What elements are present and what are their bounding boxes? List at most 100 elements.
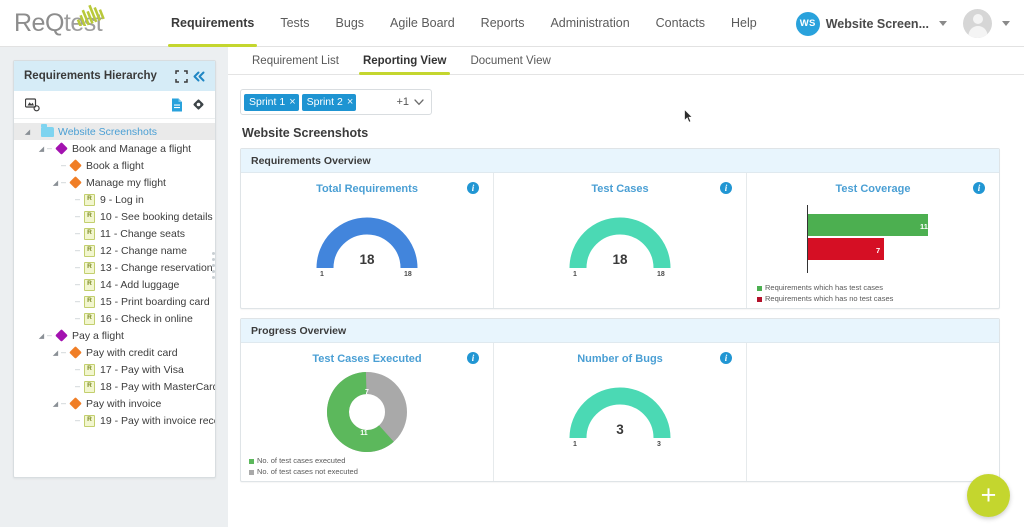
tree-item[interactable]: –R 19 - Pay with invoice receive <box>14 412 215 429</box>
tree-connector: – <box>61 347 67 357</box>
tree-expand-toggle-icon[interactable]: ◢ <box>36 332 47 340</box>
tree-expand-toggle-icon[interactable]: ◢ <box>50 349 61 357</box>
add-button[interactable]: + <box>967 474 1010 517</box>
donut-slice-label: 11 <box>360 430 368 437</box>
logo-bars-icon <box>76 4 105 26</box>
tree-item[interactable]: ◢ – Pay a flight <box>14 327 215 344</box>
remove-chip-icon[interactable]: × <box>347 96 353 108</box>
chart-title: Test Cases Executed <box>312 353 422 365</box>
tree-item[interactable]: ◢ – Pay with invoice <box>14 395 215 412</box>
tree-item[interactable]: – R 16 - Check in online <box>14 310 215 327</box>
tree-expand-toggle-icon[interactable]: ◢ <box>50 179 61 187</box>
tree-item[interactable]: – R 14 - Add luggage <box>14 276 215 293</box>
hierarchy-settings-icon[interactable] <box>24 96 41 113</box>
nav-item-agile-board[interactable]: Agile Board <box>377 0 468 47</box>
tree-item[interactable]: – R 11 - Change seats <box>14 225 215 242</box>
tree-item-label: Manage my flight <box>86 176 166 189</box>
tree-connector: – <box>47 143 53 153</box>
requirement-doc-icon: R <box>83 278 96 291</box>
tree-item-label: 13 - Change reservation <box>100 261 213 274</box>
user-chevron-down-icon[interactable] <box>1002 21 1010 26</box>
topbar-right-group: WS Website Screen... <box>795 0 1014 47</box>
tree-item[interactable]: ◢ – Manage my flight <box>14 174 215 191</box>
tree-item[interactable]: – R 15 - Print boarding card <box>14 293 215 310</box>
tree-connector: – <box>75 381 81 391</box>
panel-resize-grip[interactable] <box>211 249 215 283</box>
tree-item[interactable]: – R 17 - Pay with Visa <box>14 361 215 378</box>
chart-total-requirements: Total Requirements i 18 1 18 <box>241 173 494 308</box>
nav-item-contacts[interactable]: Contacts <box>643 0 718 47</box>
tab-document-view[interactable]: Document View <box>458 55 562 74</box>
tree-item[interactable]: – R 13 - Change reservation <box>14 259 215 276</box>
info-icon[interactable]: i <box>467 352 479 364</box>
workspace-name[interactable]: Website Screen... <box>826 17 929 31</box>
filter-chip-sprint-1[interactable]: Sprint 1 × <box>244 93 299 111</box>
tree-item[interactable]: – Book a flight <box>14 157 215 174</box>
requirements-overview-card: Requirements Overview Total Requirements… <box>240 148 1000 309</box>
tree-item[interactable]: ◢ – Pay with credit card <box>14 344 215 361</box>
tab-requirement-list[interactable]: Requirement List <box>240 55 351 74</box>
tree-expand-toggle-icon[interactable]: ◢ <box>22 128 33 136</box>
filter-more-toggle[interactable]: +1 <box>359 96 428 108</box>
tree-item-label: Book a flight <box>86 159 144 172</box>
tree-connector: – <box>75 313 81 323</box>
requirements-overview-title: Requirements Overview <box>241 149 999 173</box>
view-tabs: Requirement List Reporting View Document… <box>228 47 1024 75</box>
filter-chip-sprint-2[interactable]: Sprint 2 × <box>301 93 357 111</box>
requirements-tree[interactable]: ◢ Website Screenshots ◢ – Book and Manage a … <box>14 119 215 477</box>
legend-label: No. of test cases not executed <box>257 466 358 476</box>
tree-expand-toggle-icon[interactable]: ◢ <box>50 400 61 408</box>
legend-label: Requirements which has no test cases <box>765 293 894 303</box>
progress-overview-card: Progress Overview Test Cases Executed i … <box>240 318 1000 482</box>
tree-item[interactable]: ◢ – Book and Manage a flight <box>14 140 215 157</box>
info-icon[interactable]: i <box>720 182 732 194</box>
diamond-orange-icon <box>69 397 82 410</box>
requirements-overview-body: Total Requirements i 18 1 18 Test Cases … <box>241 173 999 308</box>
requirement-diamond-icon[interactable] <box>190 96 207 113</box>
nav-item-help[interactable]: Help <box>718 0 770 47</box>
legend-label: No. of test cases executed <box>257 456 346 465</box>
tree-item-label: Website Screenshots <box>58 125 158 138</box>
info-icon[interactable]: i <box>467 182 479 194</box>
chart-test-cases: Test Cases i 18 1 18 <box>494 173 747 308</box>
nav-item-requirements[interactable]: Requirements <box>158 0 267 47</box>
sprint-filter-box[interactable]: Sprint 1 × Sprint 2 × +1 <box>240 89 432 115</box>
expand-fullscreen-icon[interactable] <box>172 67 190 85</box>
user-avatar[interactable] <box>963 9 992 38</box>
logo-text-primary: ReQ <box>14 8 64 37</box>
tree-item-label: Pay with invoice <box>86 397 162 410</box>
tree-item[interactable]: – R 9 - Log in <box>14 191 215 208</box>
tree-item[interactable]: – R 18 - Pay with MasterCard <box>14 378 215 395</box>
folder-icon <box>41 123 54 138</box>
tree-expand-toggle-icon[interactable]: ◢ <box>36 145 47 153</box>
info-icon[interactable]: i <box>973 182 985 194</box>
tree-connector: – <box>47 330 53 340</box>
remove-chip-icon[interactable]: × <box>289 96 295 108</box>
document-add-icon[interactable] <box>168 96 185 113</box>
tree-connector: – <box>75 296 81 306</box>
workspace-chevron-down-icon[interactable] <box>939 21 947 26</box>
diamond-purple-icon <box>55 142 68 155</box>
tree-item[interactable]: ◢ Website Screenshots <box>14 123 215 140</box>
bar-no-test-cases <box>808 238 884 260</box>
chart-test-cases-executed: Test Cases Executed i 7 11 No. of test c… <box>241 343 494 481</box>
tree-item[interactable]: – R 10 - See booking details <box>14 208 215 225</box>
reqtest-logo[interactable]: ReQtest <box>0 0 150 47</box>
gauge-max-tick: 18 <box>404 270 412 278</box>
nav-item-tests[interactable]: Tests <box>267 0 322 47</box>
top-navigation-bar: ReQtest Requirements Tests Bugs Agile Bo… <box>0 0 1024 47</box>
nav-item-bugs[interactable]: Bugs <box>323 0 378 47</box>
nav-item-reports[interactable]: Reports <box>468 0 538 47</box>
info-icon[interactable]: i <box>720 352 732 364</box>
diamond-purple-icon <box>55 329 68 342</box>
filter-more-count: +1 <box>396 96 409 108</box>
collapse-panel-icon[interactable] <box>190 67 208 85</box>
tab-reporting-view[interactable]: Reporting View <box>351 55 459 75</box>
nav-item-administration[interactable]: Administration <box>537 0 642 47</box>
bar-has-test-cases <box>808 214 928 236</box>
requirement-doc-icon: R <box>83 193 96 206</box>
tree-item[interactable]: – R 12 - Change name <box>14 242 215 259</box>
main-nav: Requirements Tests Bugs Agile Board Repo… <box>158 0 770 47</box>
tree-item-label: 12 - Change name <box>100 244 187 257</box>
tree-connector: – <box>61 398 67 408</box>
